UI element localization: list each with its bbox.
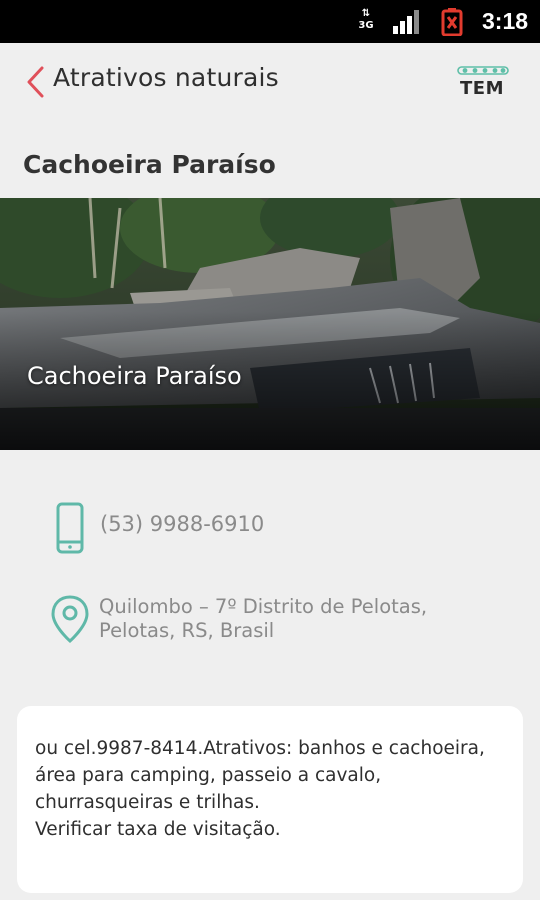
chevron-left-icon[interactable] <box>24 65 46 99</box>
description-card: ou cel.9987-8414.Atrativos: banhos e cac… <box>17 706 523 893</box>
app-header: Atrativos naturais TEM <box>0 43 540 121</box>
network-3g-icon: ⇅ 3G <box>356 8 376 36</box>
phone-number-link[interactable]: (53) 9988-6910 <box>100 512 264 536</box>
place-title: Cachoeira Paraíso <box>23 150 276 179</box>
phone-icon <box>56 502 84 554</box>
address-row[interactable]: Quilombo – 7º Distrito de Pelotas, Pelot… <box>0 592 540 648</box>
network-label: 3G <box>358 20 374 31</box>
map-pin-icon <box>51 595 89 644</box>
photo-caption: Cachoeira Paraíso <box>27 362 242 390</box>
status-bar: ⇅ 3G 3:18 <box>0 0 540 43</box>
waterfall-photo <box>0 198 540 450</box>
phone-row[interactable]: (53) 9988-6910 <box>0 500 540 554</box>
brand-logo[interactable]: TEM <box>456 66 510 99</box>
logo-dots-icon <box>457 66 509 75</box>
place-photo: Cachoeira Paraíso <box>0 198 540 450</box>
logo-text: TEM <box>460 78 504 99</box>
address-text: Quilombo – 7º Distrito de Pelotas, Pelot… <box>99 595 428 642</box>
data-arrows: ⇅ <box>361 8 371 19</box>
battery-warning-icon <box>441 8 463 36</box>
signal-strength-icon <box>393 10 419 34</box>
clock: 3:18 <box>482 8 529 34</box>
page-title: Atrativos naturais <box>53 63 279 92</box>
description-text: ou cel.9987-8414.Atrativos: banhos e cac… <box>35 738 485 840</box>
